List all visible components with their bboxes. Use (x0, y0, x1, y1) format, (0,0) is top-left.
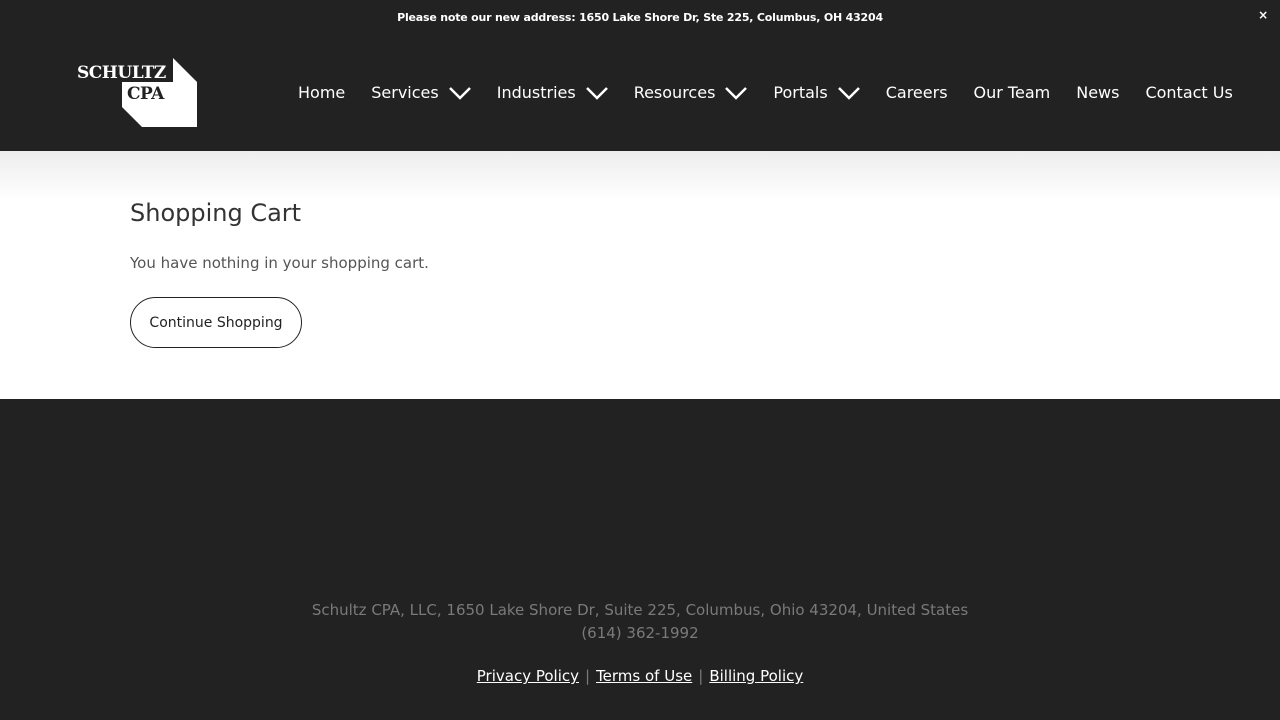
nav-label: Portals (773, 83, 828, 102)
site-header: SCHULTZ CPA Home Services Industries Res… (0, 34, 1280, 151)
main-nav: Home Services Industries Resources Porta… (298, 34, 1233, 151)
link-separator: | (698, 667, 704, 685)
privacy-policy-link[interactable]: Privacy Policy (477, 667, 579, 685)
logo-text-line1: SCHULTZ (77, 63, 166, 83)
nav-item-services[interactable]: Services (371, 83, 471, 102)
nav-label: Careers (885, 83, 948, 102)
close-icon[interactable]: × (1258, 8, 1268, 22)
nav-item-industries[interactable]: Industries (497, 83, 608, 102)
nav-label: Our Team (973, 83, 1051, 102)
nav-label: Industries (496, 83, 576, 102)
logo-text-line2: CPA (127, 84, 164, 104)
header-shadow (0, 151, 1280, 201)
chevron-down-icon[interactable] (725, 86, 748, 100)
empty-cart-message: You have nothing in your shopping cart. (130, 254, 429, 272)
announcement-bar: Please note our new address: 1650 Lake S… (0, 0, 1280, 34)
nav-item-our-team[interactable]: Our Team (974, 83, 1051, 102)
nav-label: News (1076, 83, 1120, 102)
cart-section: Shopping Cart You have nothing in your s… (0, 151, 1280, 399)
logo[interactable]: SCHULTZ CPA (76, 58, 198, 128)
chevron-down-icon[interactable] (837, 86, 860, 100)
nav-item-resources[interactable]: Resources (634, 83, 748, 102)
footer-phone: (614) 362-1992 (581, 624, 699, 642)
announcement-text: Please note our new address: 1650 Lake S… (397, 10, 883, 24)
footer-links: Privacy Policy | Terms of Use | Billing … (0, 667, 1280, 685)
nav-label: Services (371, 83, 439, 102)
link-separator: | (585, 667, 591, 685)
nav-item-home[interactable]: Home (298, 83, 345, 102)
page-title: Shopping Cart (130, 199, 302, 227)
nav-label: Home (298, 83, 346, 102)
footer-address: Schultz CPA, LLC, 1650 Lake Shore Dr, Su… (311, 601, 969, 619)
site-footer: Schultz CPA, LLC, 1650 Lake Shore Dr, Su… (0, 399, 1280, 720)
billing-policy-link[interactable]: Billing Policy (709, 667, 803, 685)
chevron-down-icon[interactable] (585, 86, 608, 100)
nav-item-careers[interactable]: Careers (886, 83, 948, 102)
nav-item-news[interactable]: News (1076, 83, 1119, 102)
chevron-down-icon[interactable] (448, 86, 471, 100)
terms-of-use-link[interactable]: Terms of Use (596, 667, 692, 685)
nav-item-portals[interactable]: Portals (773, 83, 860, 102)
nav-item-contact-us[interactable]: Contact Us (1145, 83, 1232, 102)
nav-label: Resources (633, 83, 716, 102)
continue-shopping-button[interactable]: Continue Shopping (130, 297, 302, 348)
nav-label: Contact Us (1145, 83, 1233, 102)
